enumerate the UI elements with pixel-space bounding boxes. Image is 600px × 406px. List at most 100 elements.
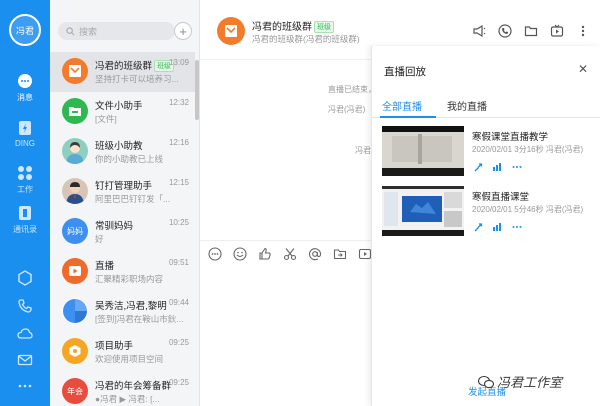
phone-call-icon[interactable] <box>498 24 512 38</box>
share-icon[interactable] <box>473 162 483 172</box>
folder-icon[interactable] <box>524 24 538 38</box>
live-avatar <box>62 258 88 284</box>
nav-item-work[interactable]: 工作 <box>0 158 50 202</box>
cloud-icon[interactable] <box>17 326 33 342</box>
cube-icon[interactable] <box>17 270 33 286</box>
watermark-text: 冯君工作室 <box>497 375 563 390</box>
active-tab-indicator <box>380 116 436 118</box>
thumbs-up-icon[interactable] <box>258 247 272 261</box>
list-item[interactable]: 冯君的班级群 班级 坚持打卡可以培养习... 13:09 <box>50 52 195 92</box>
nav-label: DING <box>15 139 35 148</box>
playback-title: 寒假课堂直播教学 <box>472 132 549 143</box>
plus-icon: + <box>179 23 187 39</box>
chat-name: 钉打管理助手 <box>95 181 153 192</box>
playback-meta: 2020/02/01 5分46秒 冯君(冯君) <box>472 205 584 214</box>
list-item[interactable]: 文件小助手 [文件] 12:32 <box>50 92 195 132</box>
announcement-icon[interactable] <box>472 24 486 38</box>
chat-name: 班级小助教 <box>95 141 143 152</box>
ding-message-icon[interactable] <box>208 247 222 261</box>
search-icon <box>66 26 75 35</box>
class-badge: 班级 <box>314 21 334 33</box>
more-icon[interactable] <box>512 222 522 232</box>
mention-icon[interactable] <box>308 247 322 261</box>
share-icon[interactable] <box>473 222 483 232</box>
chat-preview: 你的小助教已上线 <box>95 154 164 164</box>
chat-name: 冯君的年会筹备群 <box>95 381 172 392</box>
chat-name: 冯君的班级群 <box>95 61 153 72</box>
nav-item-ding[interactable]: DING <box>0 112 50 156</box>
chat-preview: 欢迎使用项目空间 <box>95 354 164 364</box>
nav-item-messages[interactable]: 消息 <box>0 66 50 110</box>
system-message: 直播已结束， <box>328 85 376 94</box>
list-item[interactable]: 项目助手 欢迎使用项目空间 09:25 <box>50 332 195 372</box>
more-icon[interactable] <box>512 162 522 172</box>
chat-preview: 好 <box>95 234 104 244</box>
assistant-avatar <box>62 138 88 164</box>
party-avatar: 年会 <box>62 378 88 404</box>
search-placeholder: 搜索 <box>79 26 98 37</box>
chat-name: 常驯妈妈 <box>95 221 134 232</box>
playback-meta: 2020/02/01 3分16秒 冯君(冯君) <box>472 145 584 154</box>
chat-list: 搜索 + 冯君的班级群 班级 坚持打卡可以培养习... 13:09 文件小助手 [… <box>50 0 200 406</box>
video-thumbnail[interactable] <box>382 186 464 236</box>
chat-preview: [签到]冯君在鞍山市鈥... <box>95 314 184 324</box>
add-button[interactable]: + <box>174 22 192 40</box>
message-area: 直播已结束， 冯君(冯君) 冯君 <box>200 61 376 231</box>
chat-preview: [文件] <box>95 114 117 124</box>
panel-tabs: 全部直播 我的直播 <box>372 88 600 118</box>
chat-time: 09:25 <box>168 378 189 387</box>
mail-icon[interactable] <box>17 352 33 368</box>
project-avatar <box>62 338 88 364</box>
phone-icon[interactable] <box>17 298 33 314</box>
stats-icon[interactable] <box>492 162 502 172</box>
scissors-icon[interactable] <box>283 247 297 261</box>
chat-time: 09:44 <box>168 298 189 307</box>
playback-item[interactable]: 寒假课堂直播教学 2020/02/01 3分16秒 冯君(冯君) <box>382 126 592 176</box>
apps-icon <box>17 165 33 181</box>
list-scrollbar[interactable] <box>195 60 199 120</box>
more-icon[interactable] <box>17 378 33 394</box>
emoji-icon[interactable] <box>233 247 247 261</box>
tab-all-live[interactable]: 全部直播 <box>382 98 422 113</box>
watermark: 冯君工作室 <box>478 372 562 391</box>
video-icon[interactable] <box>550 24 564 38</box>
stats-icon[interactable] <box>492 222 502 232</box>
live-playback-panel: 直播回放 ✕ 全部直播 我的直播 寒假课堂直播教学 2020/02/01 3分1… <box>371 46 600 406</box>
nav-item-contacts[interactable]: 通讯录 <box>0 198 50 242</box>
user-avatar[interactable]: 冯君 <box>9 14 41 46</box>
list-item[interactable]: 年会 冯君的年会筹备群 ●冯君 ▶ 冯君: [... 09:25 <box>50 372 195 406</box>
list-item[interactable]: 直播 汇聚精彩职场内容 09:51 <box>50 252 195 292</box>
chat-name: 项目助手 <box>95 341 134 352</box>
close-icon[interactable]: ✕ <box>578 62 588 76</box>
chat-time: 12:32 <box>168 98 189 107</box>
chat-title: 冯君的班级群 <box>252 22 312 33</box>
live-video-icon[interactable] <box>358 247 372 261</box>
file-assistant-avatar <box>62 98 88 124</box>
group-chat-avatar <box>62 298 88 324</box>
chat-name: 文件小助手 <box>95 101 143 112</box>
wechat-icon <box>478 375 494 388</box>
ding-icon <box>17 120 33 136</box>
more-icon[interactable] <box>576 24 590 38</box>
chat-time: 09:25 <box>168 338 189 347</box>
list-item[interactable]: 吴秀洁,冯君,黎明 [签到]冯君在鞍山市鈥... 09:44 <box>50 292 195 332</box>
chat-name: 吴秀洁,冯君,黎明 <box>95 301 167 312</box>
left-nav: 冯君 消息 DING 工作 通讯录 <box>0 0 50 406</box>
nav-label: 工作 <box>17 185 33 194</box>
list-item[interactable]: 钉打管理助手 阿里巴巴钉钉发「... 12:15 <box>50 172 195 212</box>
search-input[interactable]: 搜索 <box>58 22 175 40</box>
chat-preview: ●冯君 ▶ 冯君: [... <box>95 394 160 404</box>
playback-item[interactable]: 寒假直播课堂 2020/02/01 5分46秒 冯君(冯君) <box>382 186 592 236</box>
tab-my-live[interactable]: 我的直播 <box>447 98 487 113</box>
list-item[interactable]: 妈妈 常驯妈妈 好 10:25 <box>50 212 195 252</box>
group-avatar[interactable] <box>217 17 245 45</box>
contacts-icon <box>17 205 33 221</box>
chat-preview: 汇聚精彩职场内容 <box>95 274 164 284</box>
nav-label: 消息 <box>17 93 33 102</box>
chat-name: 直播 <box>95 261 115 272</box>
video-thumbnail[interactable] <box>382 126 464 176</box>
chat-time: 13:09 <box>168 58 189 67</box>
input-toolbar <box>200 240 372 266</box>
list-item[interactable]: 班级小助教 你的小助教已上线 12:16 <box>50 132 195 172</box>
folder-icon[interactable] <box>333 247 347 261</box>
